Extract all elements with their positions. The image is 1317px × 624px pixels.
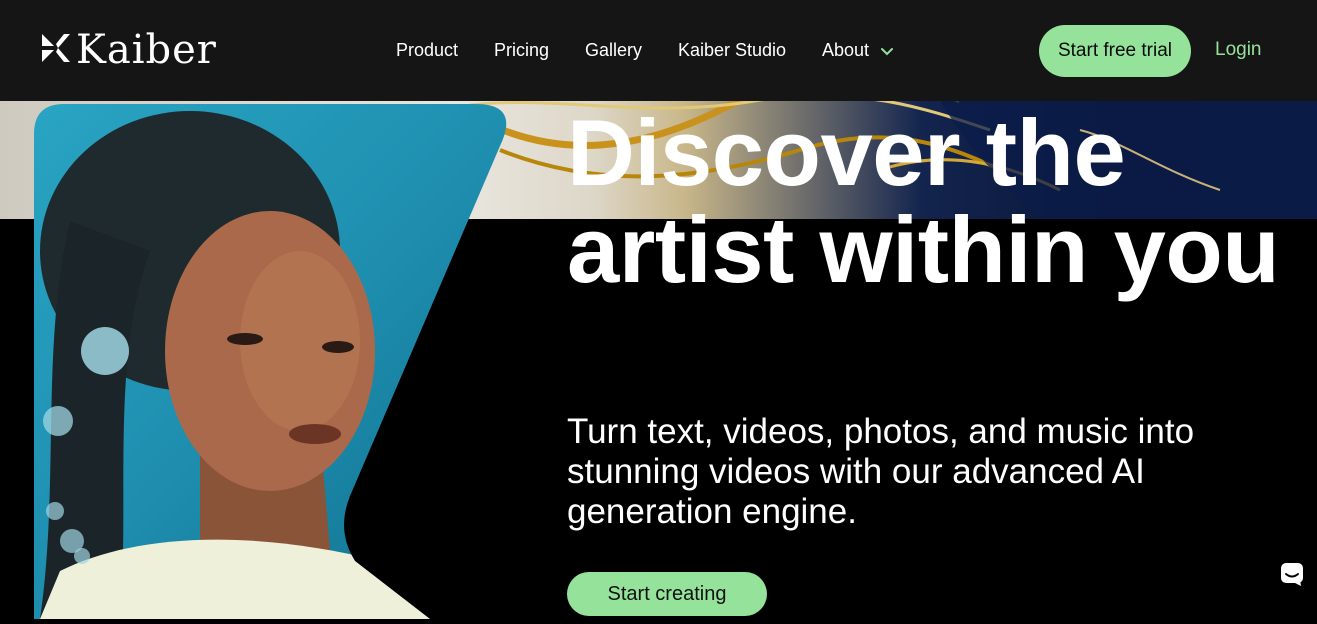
nav-link-about[interactable]: About	[822, 39, 894, 62]
chat-widget-button[interactable]	[1272, 556, 1312, 596]
chat-bubble-icon	[1279, 561, 1305, 592]
nav-link-kaiber-studio[interactable]: Kaiber Studio	[678, 39, 786, 61]
top-navbar: Kaiber Product Pricing Gallery Kaiber St…	[0, 0, 1317, 101]
start-creating-button[interactable]: Start creating	[567, 572, 767, 616]
nav-link-product[interactable]: Product	[396, 39, 458, 61]
nav-link-pricing[interactable]: Pricing	[494, 39, 549, 61]
kaiber-logo-icon	[40, 32, 72, 69]
brand-logo[interactable]: Kaiber	[40, 28, 217, 72]
start-free-trial-button[interactable]: Start free trial	[1039, 25, 1191, 77]
hero-headline: Discover the artist within you	[567, 100, 1280, 302]
brand-name: Kaiber	[76, 27, 217, 73]
chevron-down-icon	[880, 40, 894, 62]
hero-subheadline: Turn text, videos, photos, and music int…	[567, 412, 1195, 531]
nav-link-about-label: About	[822, 40, 870, 60]
nav-link-gallery[interactable]: Gallery	[585, 39, 642, 61]
hero-portrait-image	[0, 101, 520, 624]
login-link[interactable]: Login	[1215, 39, 1262, 61]
